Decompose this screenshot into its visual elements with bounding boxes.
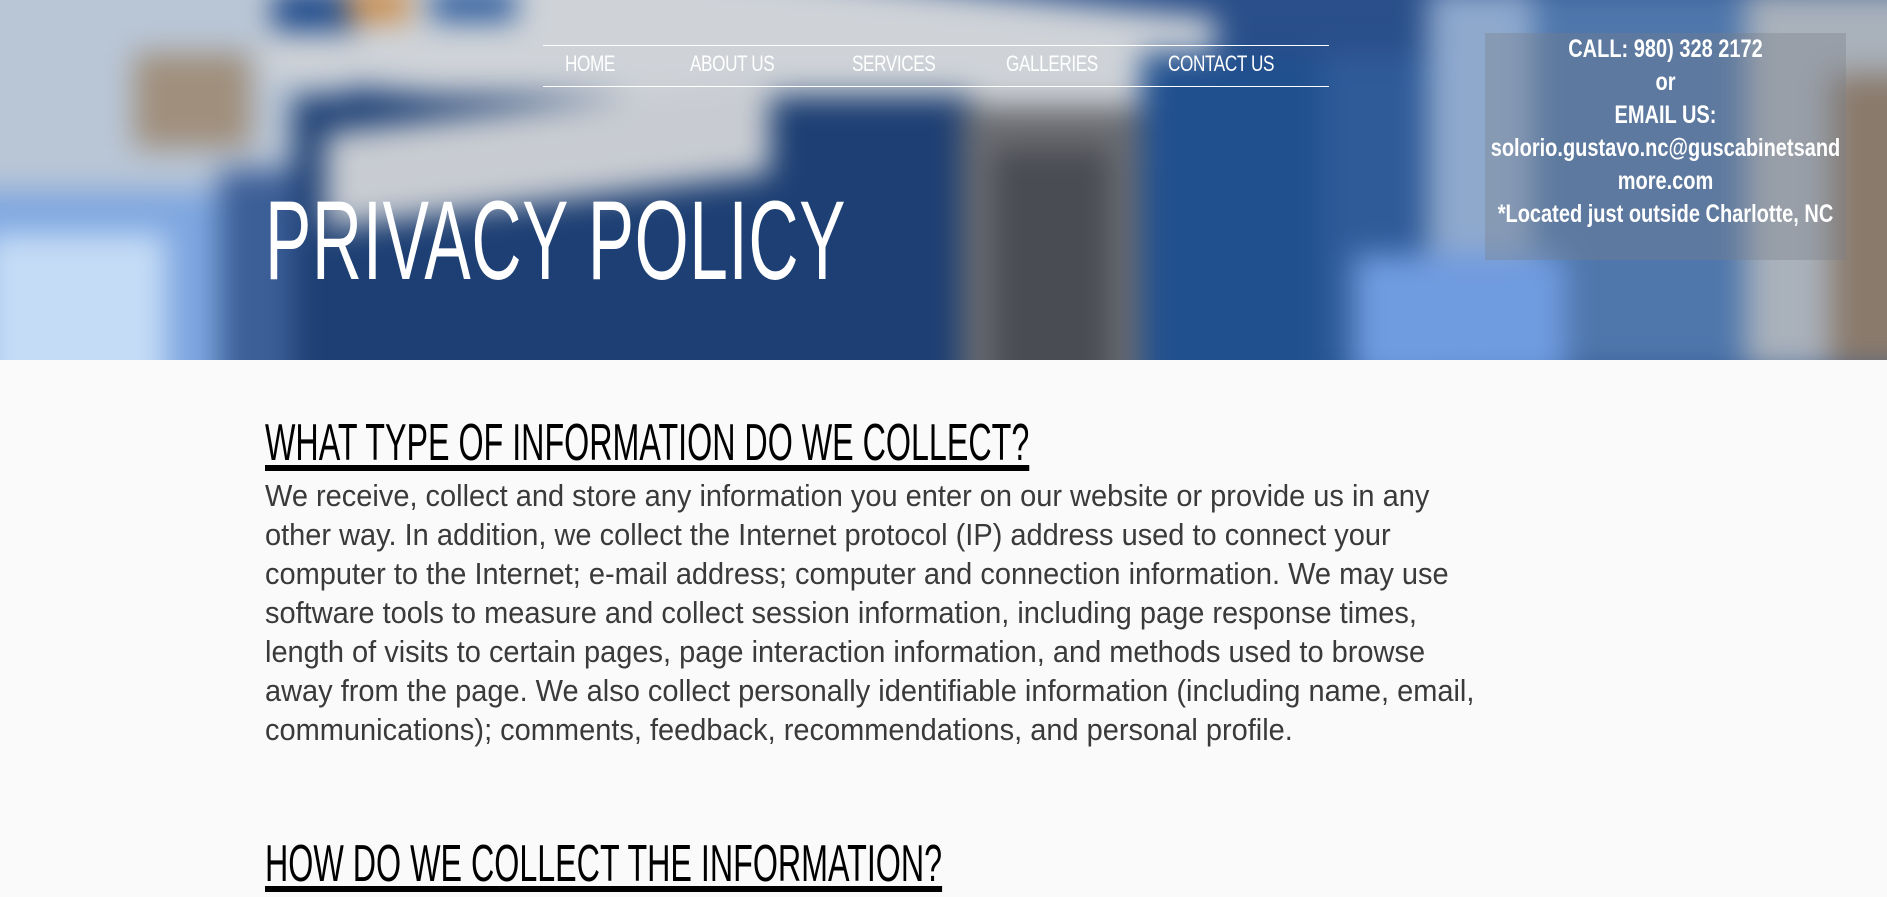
contact-or-text: or <box>1655 68 1676 96</box>
nav-home[interactable]: HOME <box>565 51 615 77</box>
body-line: computer to the Internet; e-mail address… <box>265 556 1449 591</box>
nav-about-us[interactable]: ABOUT US <box>690 51 775 77</box>
main-navigation: HOME ABOUT US SERVICES GALLERIES CONTACT… <box>543 45 1329 87</box>
contact-phone[interactable]: CALL: 980) 328 2172 <box>1489 33 1842 66</box>
section-heading-what-we-collect: WHAT TYPE OF INFORMATION DO WE COLLECT? <box>265 414 1030 472</box>
body-line: length of visits to certain pages, page … <box>265 634 1426 669</box>
contact-info-box: CALL: 980) 328 2172 or EMAIL US: solorio… <box>1485 33 1846 260</box>
hero-banner: HOME ABOUT US SERVICES GALLERIES CONTACT… <box>0 0 1887 360</box>
nav-galleries[interactable]: GALLERIES <box>1006 51 1098 77</box>
body-line: software tools to measure and collect se… <box>265 595 1417 630</box>
contact-email-link-continued[interactable]: more.com <box>1489 165 1842 198</box>
body-line: other way. In addition, we collect the I… <box>265 517 1391 552</box>
contact-email-label: EMAIL US: <box>1614 101 1717 129</box>
body-line: We receive, collect and store any inform… <box>265 478 1430 513</box>
section-body-what-we-collect: We receive, collect and store any inform… <box>265 476 1574 749</box>
nav-services[interactable]: SERVICES <box>852 51 936 77</box>
section-heading-how-we-collect: HOW DO WE COLLECT THE INFORMATION? <box>265 835 943 893</box>
body-line: away from the page. We also collect pers… <box>265 673 1475 708</box>
body-line: communications); comments, feedback, rec… <box>265 712 1293 747</box>
page-title: PRIVACY POLICY <box>265 178 847 303</box>
contact-location: *Located just outside Charlotte, NC <box>1497 200 1834 228</box>
contact-email-link[interactable]: solorio.gustavo.nc@guscabinetsand <box>1489 132 1842 165</box>
nav-contact-us[interactable]: CONTACT US <box>1168 51 1274 77</box>
